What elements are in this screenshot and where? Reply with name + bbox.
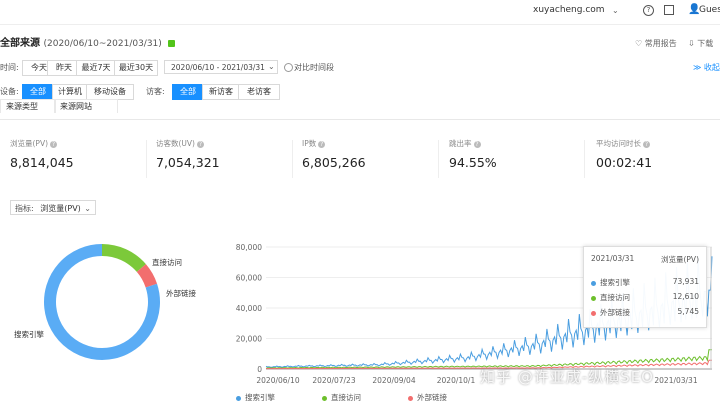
pie-slice-direct[interactable] [101,244,146,273]
x-tick-label: 2021/03/31 [654,376,697,385]
chevron-down-icon[interactable]: ⌄ [612,6,619,15]
metric-label: 平均访问时长 [596,139,641,148]
indicator-label: 指标: [15,204,34,213]
visitor-all-button[interactable]: 全部 [172,84,204,100]
metric-label: 浏览量(PV) [10,139,49,148]
pie-label-search: 搜索引擎 [14,330,44,339]
metric-value: 00:02:41 [596,155,653,170]
device-pc-button[interactable]: 计算机 [52,84,88,100]
metric-value: 8,814,045 [10,155,74,170]
x-tick-label: 2020/07/23 [312,376,355,385]
collapse-link[interactable]: ≫ 收起 [693,62,720,73]
help-icon[interactable]: ? [473,140,481,148]
divider [146,140,147,178]
pie-label-direct: 直接访问 [152,258,182,267]
time-last7-button[interactable]: 最近7天 [76,60,116,76]
metric-avg-duration: 平均访问时长? 00:02:41 [596,138,716,170]
metric-value: 7,054,321 [156,155,220,170]
pie-label-external: 外部链接 [166,289,196,298]
help-icon[interactable]: ? [643,140,650,148]
divider [292,140,293,178]
title-date-range: (2020/06/10~2021/03/31) [43,39,162,49]
metric-label: 访客数(UV) [156,139,195,148]
y-tick-label: 0 [257,365,262,374]
date-range-input[interactable]: 2020/06/10 - 2021/03/31 [164,60,278,74]
device-label: 设备: [0,87,19,96]
username[interactable]: Gues [699,5,720,15]
x-tick-label: 2020/06/10 [256,376,299,385]
metric-ip: IP数? 6,805,266 [302,138,442,170]
device-filter-row: 设备: 全部 计算机 移动设备 访客: 全部 新访客 老访客 [0,84,720,100]
watermark: 知乎 @许亚成-纵横SEO [480,368,654,386]
tooltip-row: 外部链接 5,745 [591,307,699,318]
metric-label: 跳出率 [449,139,472,148]
help-icon[interactable]: ? [643,5,654,16]
help-icon[interactable]: ? [196,140,204,148]
divider [438,140,439,178]
chart-tooltip: 2021/03/31 浏览量(PV) 搜索引擎 73,931 直接访问 12,610… [583,246,707,328]
pie-chart [44,244,160,360]
copy-icon[interactable] [664,5,674,15]
tab-bar: 来源类型 来源网站 [0,99,720,120]
legend-dot [591,295,596,301]
chevron-down-icon: ⌄ [84,204,91,213]
tab-source-type[interactable]: 来源类型 [0,99,56,113]
page-title: 全部来源 (2020/06/10~2021/03/31) [0,34,176,49]
indicator-value: 浏览量(PV) [40,204,81,213]
save-report-link[interactable]: ♡ 常用报告 [635,38,677,49]
compare-label: 对比时间段 [294,63,334,72]
metric-uv: 访客数(UV)? 7,054,321 [156,138,296,170]
device-all-button[interactable]: 全部 [22,84,54,100]
compare-checkbox[interactable] [284,63,293,72]
tooltip-row: 搜索引擎 73,931 [591,277,699,288]
download-link[interactable]: ⇩ 下载 [688,38,713,49]
y-tick-label: 40,000 [236,304,262,313]
help-icon[interactable]: ? [50,140,58,148]
status-badge [168,39,176,47]
device-mobile-button[interactable]: 移动设备 [86,84,134,100]
time-label: 时间: [0,63,19,72]
tooltip-date: 2021/03/31 [591,254,635,263]
site-selector[interactable]: xuyacheng.com [533,5,605,15]
legend-item-search[interactable]: 搜索引擎 [236,392,275,403]
visitor-new-button[interactable]: 新访客 [202,84,240,100]
visitor-label: 访客: [146,87,165,96]
time-filter-row: 时间: 今天 昨天 最近7天 最近30天 2020/06/10 - 2021/0… [0,60,720,76]
help-icon[interactable]: ? [318,140,326,148]
visitor-old-button[interactable]: 老访客 [238,84,280,100]
pie-slice-external[interactable] [136,264,158,288]
y-tick-label: 80,000 [236,243,262,252]
legend-item-external[interactable]: 外部链接 [408,392,447,403]
metric-value: 6,805,266 [302,155,366,170]
legend-dot [591,310,596,316]
legend-item-direct[interactable]: 直接访问 [322,392,361,403]
tooltip-metric: 浏览量(PV) [660,255,699,264]
x-tick-label: 2020/10/1 [437,376,476,385]
tooltip-row: 直接访问 12,610 [591,292,699,303]
y-tick-label: 60,000 [236,274,262,283]
tab-source-site[interactable]: 来源网站 [54,99,118,113]
top-bar: xuyacheng.com ⌄ ? 👤 Gues [0,0,720,25]
metric-label: IP数 [302,139,317,148]
x-tick-label: 2020/09/04 [372,376,415,385]
metric-value: 94.55% [449,155,497,170]
metric-bounce-rate: 跳出率? 94.55% [449,138,589,170]
y-tick-label: 20,000 [236,335,262,344]
time-last30-button[interactable]: 最近30天 [114,60,158,76]
divider [584,140,585,178]
title-text: 全部来源 [0,38,40,49]
metric-pv: 浏览量(PV)? 8,814,045 [10,138,150,170]
legend-dot [591,280,596,286]
chevron-down-icon[interactable]: ⌄ [268,62,275,71]
